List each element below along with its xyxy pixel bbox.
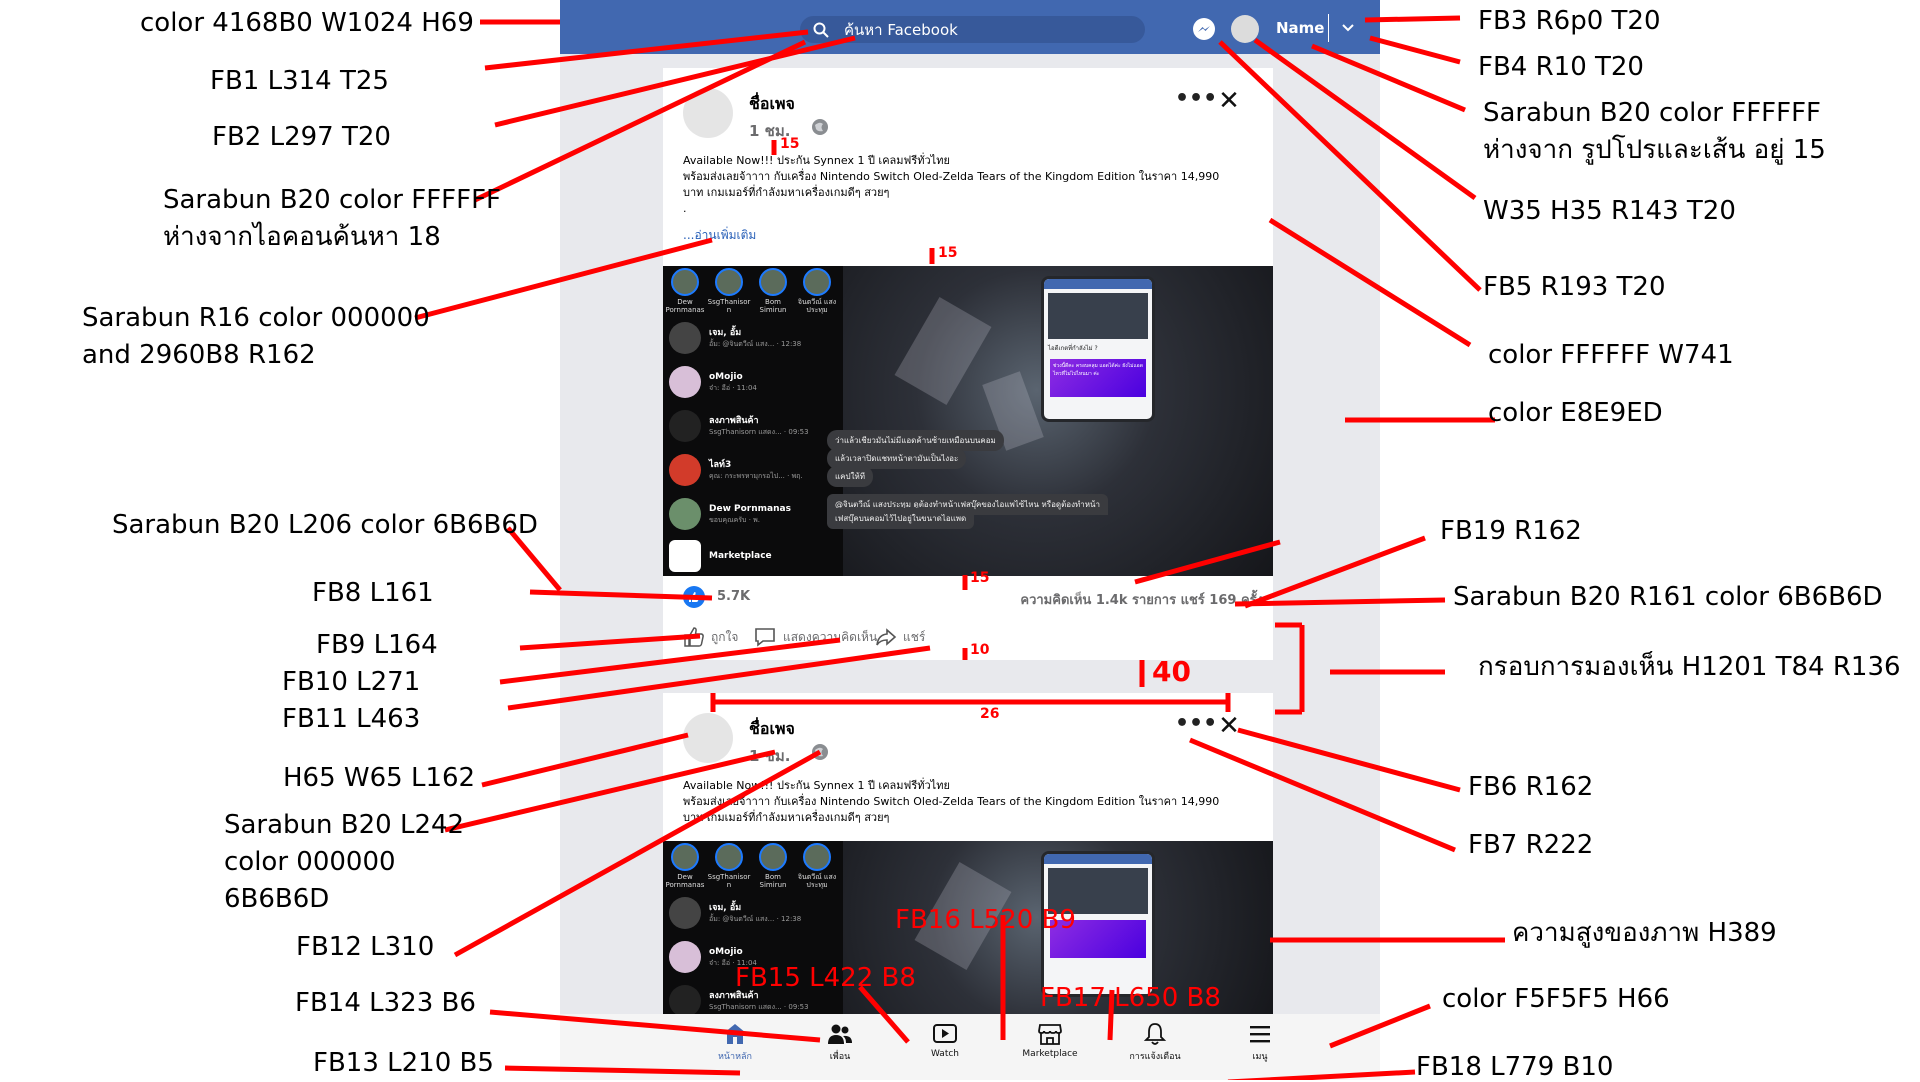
spacing-mark: 10: [970, 642, 990, 658]
annotation-label: FB2 L297 T20: [212, 122, 391, 152]
annotation-label: FB10 L271: [282, 667, 421, 697]
annotation-label: Sarabun B20 L206 color 6B6B6D: [112, 510, 538, 540]
annotation-label: กรอบการมองเห็น H1201 T84 R136: [1478, 652, 1901, 682]
annotation-label: FB3 R6p0 T20: [1478, 6, 1661, 36]
annotation-label: FB6 R162: [1468, 772, 1594, 802]
annotation-label: Sarabun B20 R161 color 6B6B6D: [1453, 582, 1883, 612]
annotation-overlay-label: FB16 L520 B9: [895, 905, 1076, 935]
annotation-label: FB7 R222: [1468, 830, 1594, 860]
annotation-label: color 4168B0 W1024 H69: [140, 8, 474, 38]
annotation-label: FB12 L310: [296, 932, 435, 962]
annotation-label: ห่างจากไอคอนค้นหา 18: [163, 222, 441, 252]
annotation-label: H65 W65 L162: [283, 763, 476, 793]
annotation-label: FB9 L164: [316, 630, 438, 660]
annotation-overlay-label: FB15 L422 B8: [735, 963, 916, 993]
annotation-label: color 000000: [224, 847, 396, 877]
annotation-label: Sarabun B20 L242: [224, 810, 465, 840]
annotation-label: FB1 L314 T25: [210, 66, 389, 96]
annotation-label: FB5 R193 T20: [1483, 272, 1666, 302]
annotation-label: FB19 R162: [1440, 516, 1582, 546]
annotation-label: FB18 L779 B10: [1416, 1052, 1614, 1082]
spacing-mark: 15: [970, 570, 990, 586]
annotation-label: W35 H35 R143 T20: [1483, 196, 1736, 226]
annotation-label: color F5F5F5 H66: [1442, 984, 1670, 1014]
annotation-label: ห่างจาก รูปโปรและเส้น อยู่ 15: [1483, 135, 1826, 165]
spacing-mark: 15: [780, 136, 800, 152]
annotation-overlay-label: FB17 L650 B8: [1040, 983, 1221, 1013]
spacing-mark: 15: [938, 245, 958, 261]
spacing-mark: 40: [1152, 655, 1191, 688]
annotation-label: FB4 R10 T20: [1478, 52, 1644, 82]
annotation-label: Sarabun B20 color FFFFFF: [1483, 98, 1821, 128]
annotation-label: color E8E9ED: [1488, 398, 1663, 428]
annotation-label: Sarabun R16 color 000000: [82, 303, 430, 333]
annotation-label: FB14 L323 B6: [295, 988, 476, 1018]
annotation-label: FB13 L210 B5: [313, 1048, 494, 1078]
annotation-label: color FFFFFF W741: [1488, 340, 1734, 370]
annotation-label: ความสูงของภาพ H389: [1512, 918, 1777, 948]
annotation-label: 6B6B6D: [224, 884, 330, 914]
annotation-label: and 2960B8 R162: [82, 340, 316, 370]
annotation-label: FB11 L463: [282, 704, 421, 734]
annotation-label: Sarabun B20 color FFFFFF: [163, 185, 501, 215]
annotation-label: FB8 L161: [312, 578, 434, 608]
spacing-mark: 26: [980, 706, 1000, 722]
